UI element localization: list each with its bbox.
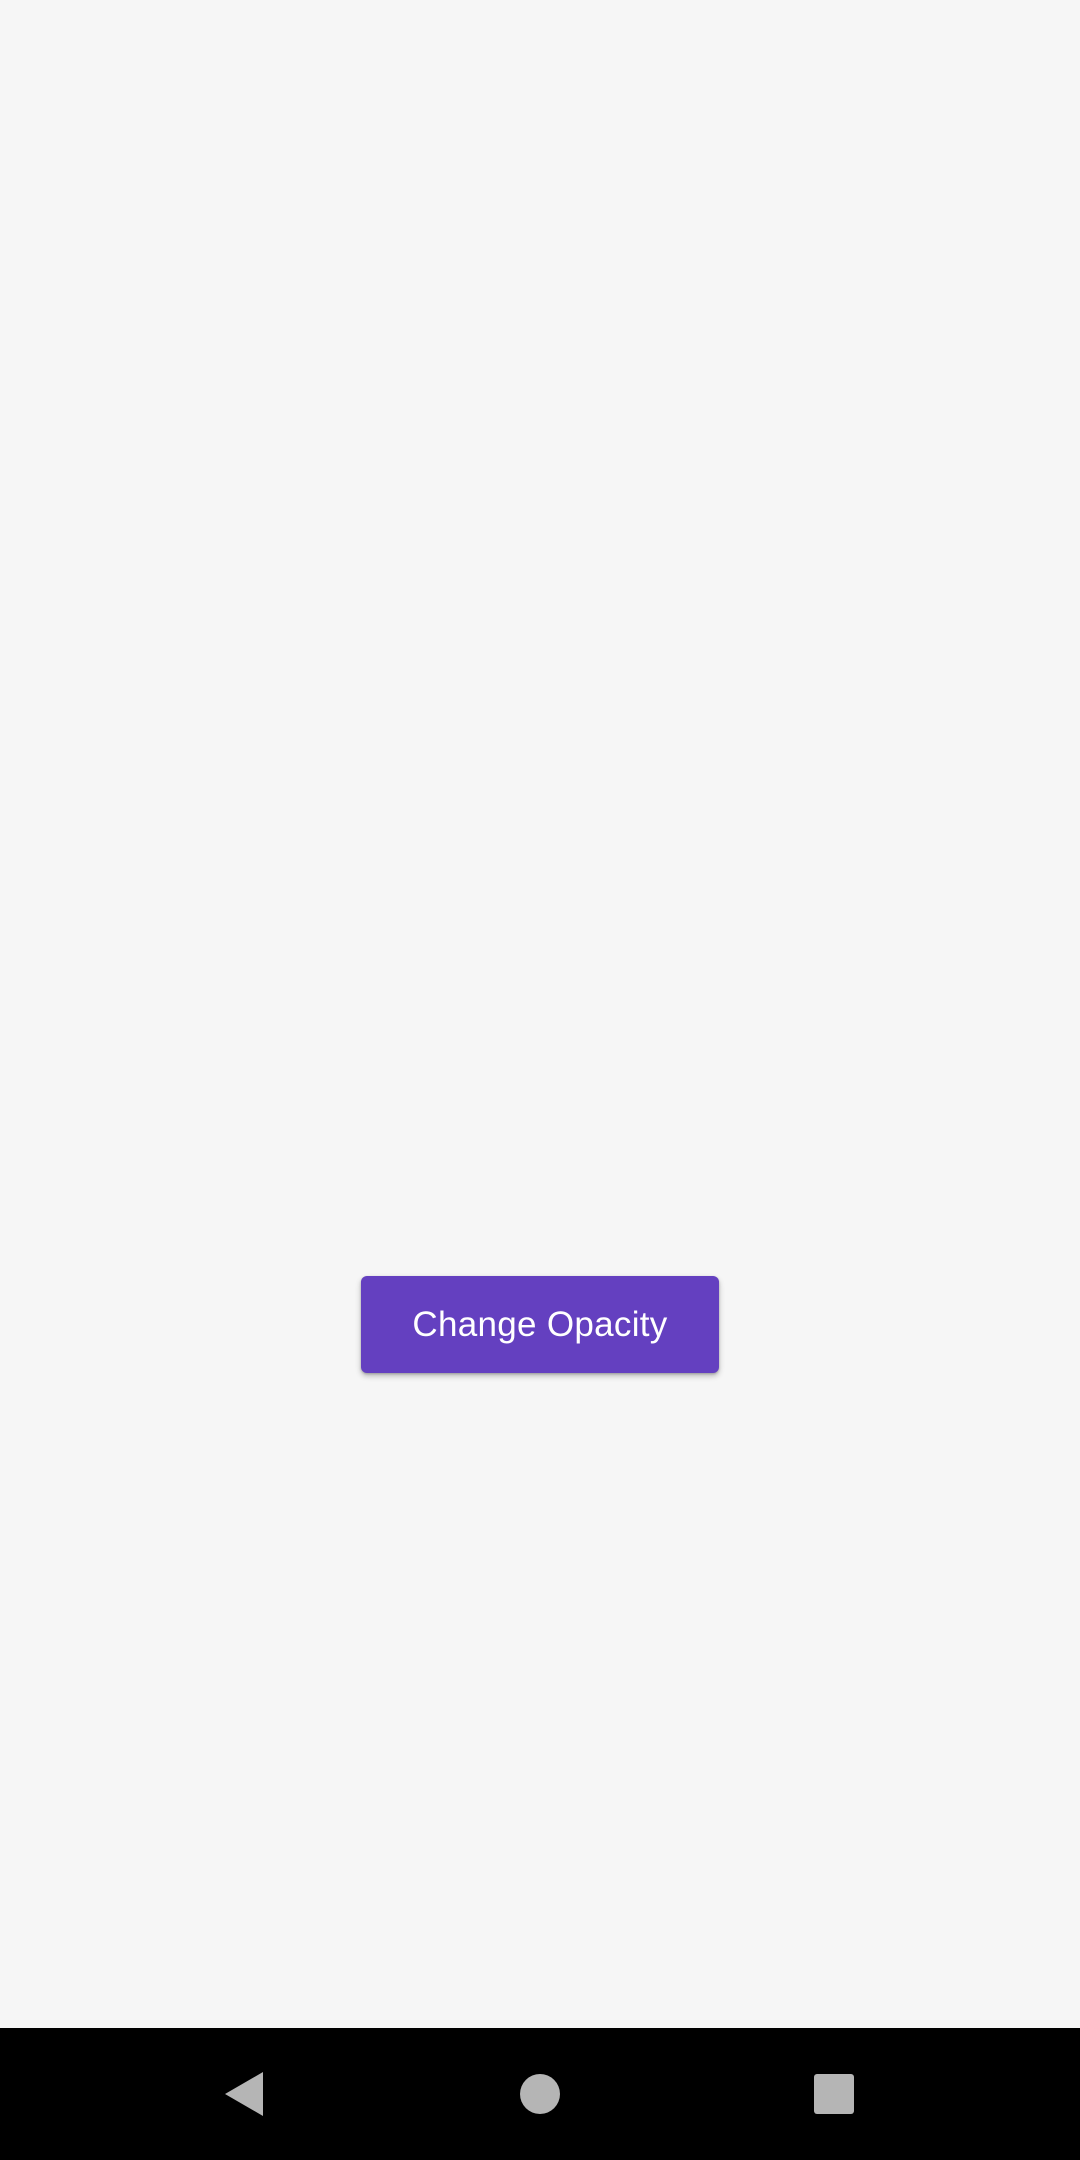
recents-icon [814, 2074, 854, 2114]
change-opacity-button[interactable]: Change Opacity [361, 1276, 719, 1373]
home-icon [520, 2074, 560, 2114]
back-button[interactable] [164, 2028, 324, 2160]
app-screen: Change Opacity [0, 0, 1080, 2160]
recents-button[interactable] [754, 2028, 914, 2160]
home-button[interactable] [460, 2028, 620, 2160]
navigation-bar [0, 2028, 1080, 2160]
back-icon [225, 2072, 263, 2116]
status-bar [0, 0, 1080, 36]
main-content: Change Opacity [0, 36, 1080, 2028]
